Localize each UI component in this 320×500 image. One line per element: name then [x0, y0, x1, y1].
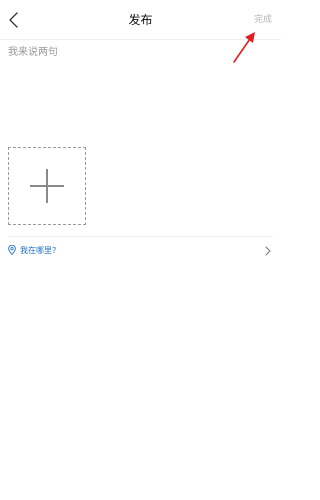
- location-pin-icon: [8, 245, 16, 255]
- add-photo-button[interactable]: [8, 147, 86, 225]
- post-content-input[interactable]: [8, 45, 273, 135]
- location-row[interactable]: 我在哪里?: [8, 236, 273, 264]
- chevron-right-icon: [265, 246, 271, 256]
- location-label: 我在哪里?: [20, 246, 57, 255]
- plus-icon: [30, 169, 64, 203]
